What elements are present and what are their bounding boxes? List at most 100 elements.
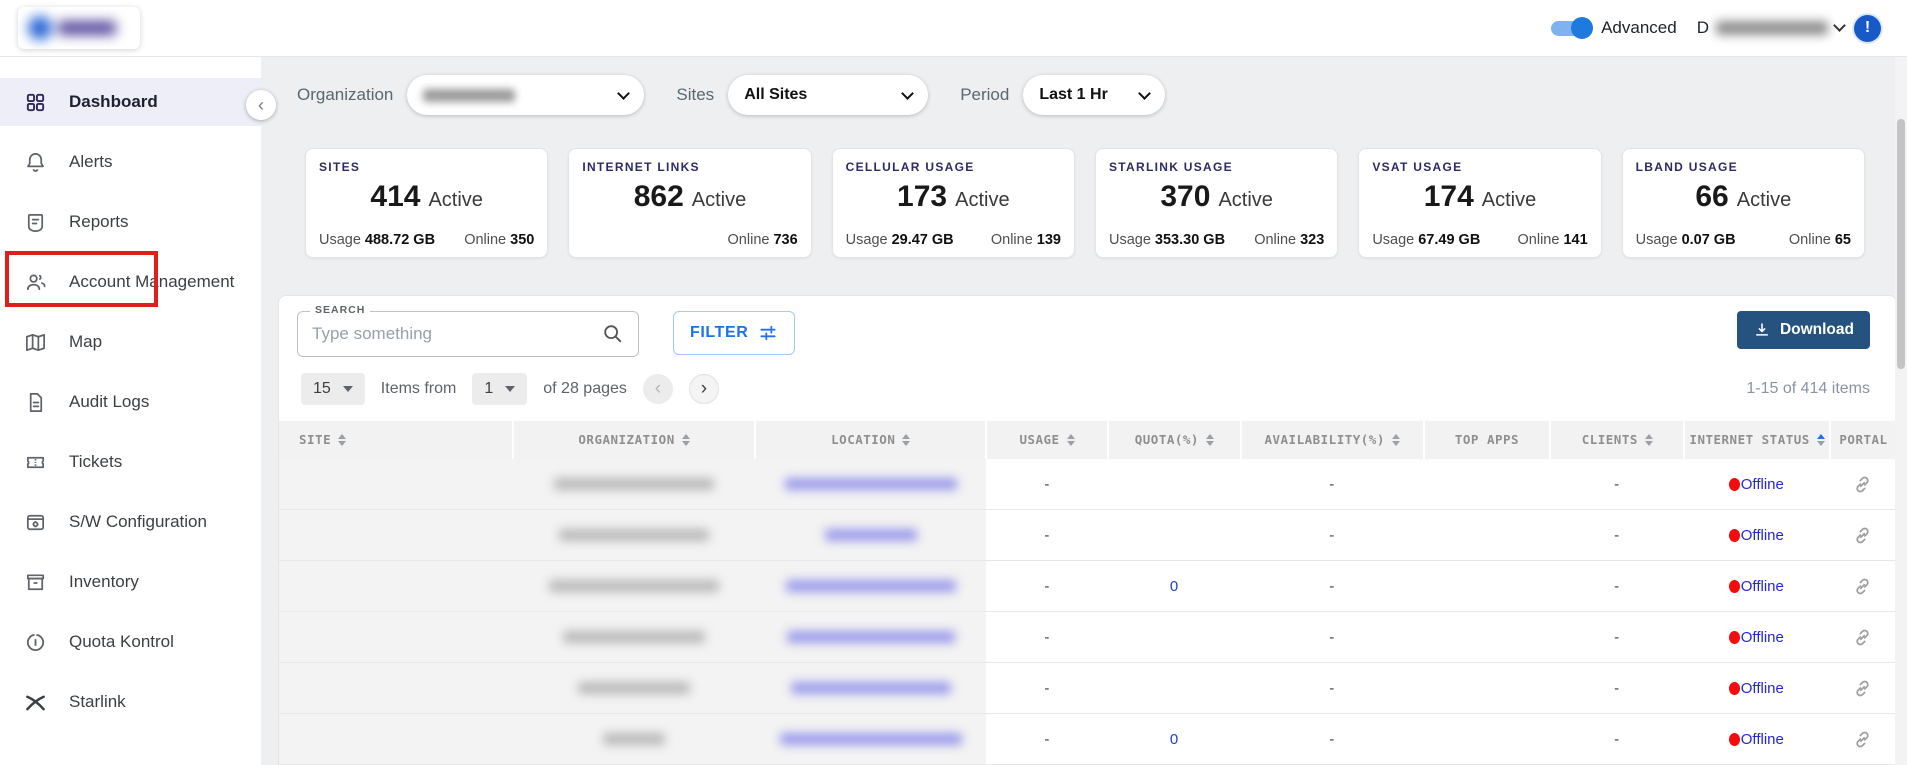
link-icon [1852, 474, 1873, 495]
portal-link[interactable] [1829, 576, 1896, 597]
link-icon [1852, 678, 1873, 699]
sidebar-item-dashboard[interactable]: Dashboard [0, 78, 261, 126]
column-header-clients[interactable]: CLIENTS [1549, 421, 1683, 459]
sidebar-item-map[interactable]: Map [0, 318, 261, 366]
internet-status-cell: Offline [1683, 578, 1829, 595]
active-count: 370 [1160, 180, 1210, 213]
location-link-blurred [780, 733, 962, 745]
sort-icon [1206, 434, 1214, 446]
sidebar: Dashboard Alerts Reports Account Managem… [0, 57, 261, 765]
organization-blurred [563, 631, 705, 643]
sidebar-item-sw-configuration[interactable]: S/W Configuration [0, 498, 261, 546]
column-header-availability[interactable]: AVAILABILITY(%) [1240, 421, 1423, 459]
stat-card-lband-usage: LBAND USAGE 66Active Usage0.07 GB Online… [1622, 148, 1865, 258]
sidebar-collapse-button[interactable]: ‹ [246, 90, 276, 120]
column-header-organization[interactable]: ORGANIZATION [512, 421, 755, 459]
column-header-usage[interactable]: USAGE [985, 421, 1107, 459]
portal-link[interactable] [1829, 474, 1896, 495]
search-input[interactable] [312, 324, 602, 344]
page-scrollbar[interactable] [1895, 57, 1907, 765]
sidebar-item-audit-logs[interactable]: Audit Logs [0, 378, 261, 426]
online-stat: Online141 [1518, 232, 1588, 248]
app-logo[interactable] [18, 7, 140, 49]
sidebar-label: Tickets [69, 452, 122, 472]
internet-status-cell: Offline [1683, 680, 1829, 697]
user-menu[interactable]: D [1697, 18, 1844, 38]
window-gear-icon [24, 511, 47, 534]
organization-blurred [549, 580, 719, 592]
active-count: 414 [370, 180, 420, 213]
portal-link[interactable] [1829, 627, 1896, 648]
pagination-row: 15 Items from 1 of 28 pages ‹ › 1-15 of … [279, 357, 1896, 405]
usage-stat: Usage29.47 GB [846, 232, 954, 248]
clients-cell: - [1550, 629, 1684, 646]
card-title: INTERNET LINKS [582, 160, 797, 174]
search-field-label: SEARCH [310, 304, 370, 316]
period-select[interactable]: Last 1 Hr [1023, 75, 1165, 115]
scrollbar-thumb[interactable] [1897, 119, 1905, 369]
sidebar-item-inventory[interactable]: Inventory [0, 558, 261, 606]
card-title: VSAT USAGE [1372, 160, 1587, 174]
active-suffix: Active [1218, 189, 1272, 211]
sidebar-item-alerts[interactable]: Alerts [0, 138, 261, 186]
portal-link[interactable] [1829, 525, 1896, 546]
box-icon [24, 571, 47, 594]
prev-page-button[interactable]: ‹ [643, 374, 673, 404]
toggle-knob [1571, 17, 1593, 39]
page-size-select[interactable]: 15 [301, 373, 365, 405]
user-initial: D [1697, 18, 1709, 38]
active-suffix: Active [1737, 189, 1791, 211]
notification-badge-icon[interactable]: ! [1854, 15, 1881, 42]
pie-chart-icon [24, 631, 47, 654]
sites-select[interactable]: All Sites [728, 75, 928, 115]
location-link-blurred [785, 478, 957, 490]
active-count: 66 [1695, 180, 1728, 213]
column-header-location[interactable]: LOCATION [754, 421, 985, 459]
caret-down-icon [343, 386, 353, 392]
advanced-toggle[interactable] [1551, 21, 1591, 36]
stat-cards-row: SITES 414Active Usage488.72 GB Online350… [305, 148, 1865, 258]
quota-cell[interactable]: 0 [1108, 731, 1241, 748]
sidebar-item-tickets[interactable]: Tickets [0, 438, 261, 486]
page-select[interactable]: 1 [472, 373, 527, 405]
usage-cell: - [986, 527, 1108, 544]
portal-link[interactable] [1829, 678, 1896, 699]
online-stat: Online736 [728, 232, 798, 248]
column-header-quota[interactable]: QUOTA(%) [1107, 421, 1240, 459]
clients-cell: - [1550, 476, 1684, 493]
quota-cell[interactable]: 0 [1108, 578, 1241, 595]
sidebar-label: Quota Kontrol [69, 632, 174, 652]
advanced-label: Advanced [1601, 18, 1677, 38]
column-header-portal[interactable]: PORTAL [1829, 421, 1896, 459]
sidebar-label: Inventory [69, 572, 139, 592]
portal-link[interactable] [1829, 729, 1896, 750]
status-dot [1729, 682, 1740, 695]
column-header-internet-status[interactable]: INTERNET STATUS [1683, 421, 1829, 459]
bell-icon [24, 151, 47, 174]
blurred-cells [279, 510, 986, 560]
people-icon [24, 271, 47, 294]
status-dot [1729, 580, 1740, 593]
items-from-label: Items from [381, 380, 457, 398]
table-row: - - - Offline [279, 459, 1896, 510]
status-dot [1729, 733, 1740, 746]
sidebar-item-quota-kontrol[interactable]: Quota Kontrol [0, 618, 261, 666]
card-title: SITES [319, 160, 534, 174]
usage-stat: Usage488.72 GB [319, 232, 435, 248]
sort-icon [682, 434, 690, 446]
sidebar-item-account-management[interactable]: Account Management [0, 258, 261, 306]
column-header-site[interactable]: SITE [279, 421, 512, 459]
download-button[interactable]: Download [1737, 311, 1870, 349]
starlink-icon [24, 691, 47, 714]
sort-icon-active [1817, 434, 1825, 446]
organization-select[interactable] [407, 75, 644, 115]
sidebar-item-starlink[interactable]: Starlink [0, 678, 261, 726]
filter-button[interactable]: FILTER [673, 311, 795, 355]
sort-icon [1392, 434, 1400, 446]
organization-value-blurred [423, 89, 515, 102]
availability-cell: - [1240, 476, 1423, 493]
sidebar-item-reports[interactable]: Reports [0, 198, 261, 246]
active-suffix: Active [1482, 189, 1536, 211]
next-page-button[interactable]: › [689, 374, 719, 404]
column-header-top-apps[interactable]: TOP APPS [1423, 421, 1550, 459]
